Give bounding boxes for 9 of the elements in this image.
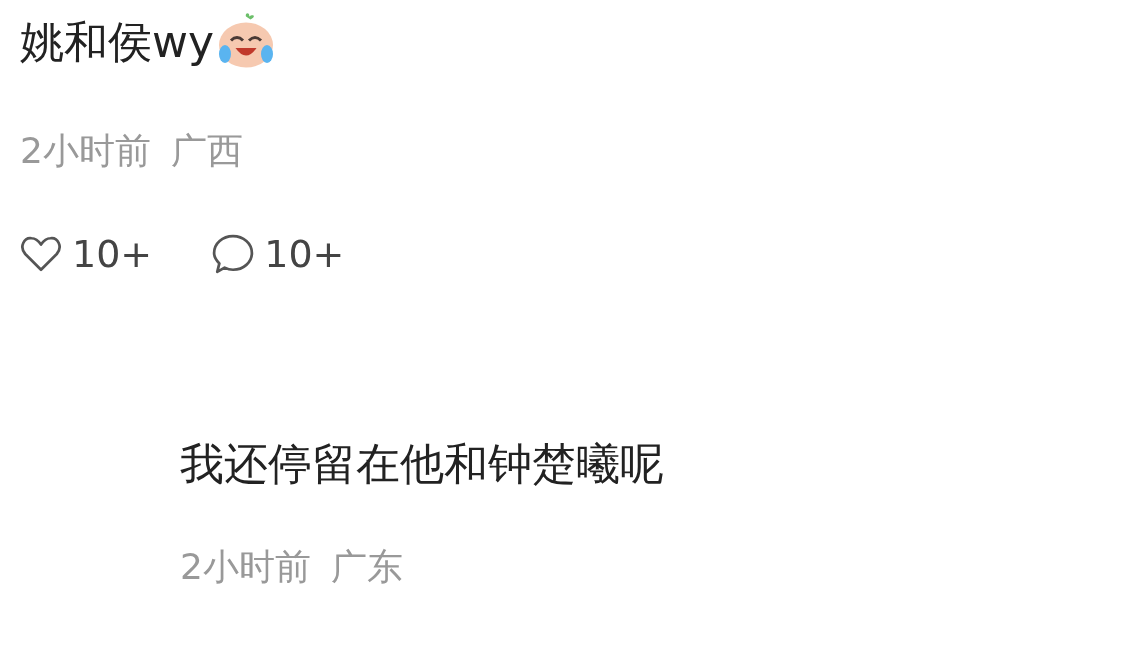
comment-time: 2小时前	[20, 128, 151, 173]
comment-text: 姚和侯wy	[20, 14, 215, 69]
reply-button[interactable]: 10+	[212, 232, 345, 276]
speech-bubble-icon	[212, 233, 255, 275]
like-button[interactable]: 10+	[20, 232, 153, 276]
reply-text: 我还停留在他和钟楚曦呢	[180, 436, 664, 491]
comment-location: 广西	[170, 128, 243, 173]
reply-location: 广东	[330, 544, 403, 589]
reply-time: 2小时前	[180, 544, 311, 589]
